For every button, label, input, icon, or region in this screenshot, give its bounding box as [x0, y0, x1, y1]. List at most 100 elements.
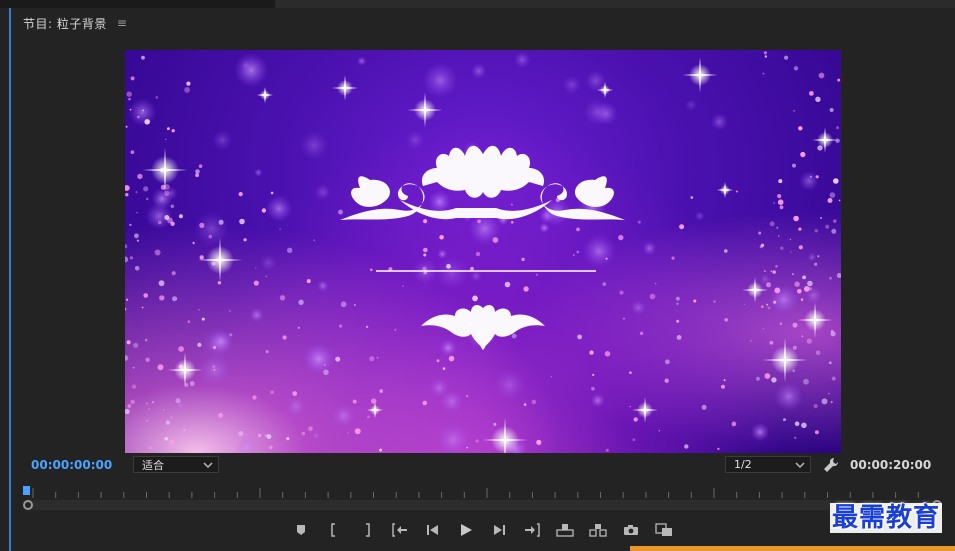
glitter-dot: [125, 193, 129, 197]
export-frame-button[interactable]: [621, 521, 641, 539]
glitter-dot: [654, 282, 657, 285]
glitter-dot: [817, 255, 820, 258]
sparkle-star: [682, 57, 718, 93]
play-button[interactable]: [456, 521, 476, 539]
glitter-dot: [521, 257, 525, 262]
glitter-dot: [189, 381, 195, 387]
glitter-dot: [769, 221, 775, 227]
glitter-dot: [818, 72, 825, 79]
extract-button[interactable]: [588, 521, 608, 539]
program-preview[interactable]: [125, 50, 841, 453]
glitter-dot: [572, 254, 575, 256]
glitter-dot: [154, 249, 161, 256]
glitter-dot: [442, 367, 446, 370]
glitter-dot: [701, 404, 707, 410]
glitter-dot: [141, 306, 144, 309]
zoom-scrollbar[interactable]: [23, 500, 942, 510]
glitter-dot: [693, 299, 697, 303]
comparison-view-button[interactable]: [654, 521, 674, 539]
glitter-dot: [828, 392, 830, 395]
play-icon: [461, 524, 472, 536]
bokeh-particle: [265, 195, 293, 223]
glitter-dot: [815, 96, 821, 102]
glitter-dot: [126, 340, 131, 345]
glitter-dot: [292, 391, 298, 396]
glitter-dot: [724, 249, 728, 253]
glitter-dot: [370, 268, 373, 272]
glitter-dot: [833, 178, 839, 184]
glitter-dot: [831, 376, 836, 381]
glitter-dot: [436, 359, 440, 363]
step-back-button[interactable]: [423, 521, 443, 539]
glitter-dot: [637, 220, 641, 224]
glitter-dot: [658, 430, 660, 432]
glitter-dot: [131, 384, 137, 389]
glitter-dot: [801, 422, 807, 429]
bokeh-particle: [582, 234, 616, 268]
camera-icon: [624, 525, 638, 535]
glitter-dot: [297, 326, 300, 329]
bokeh-particle: [302, 343, 335, 375]
glitter-dot: [684, 444, 689, 449]
playhead[interactable]: [23, 486, 30, 495]
glitter-dot: [800, 298, 804, 301]
glitter-dot: [229, 310, 231, 312]
chevron-down-icon: [795, 462, 805, 469]
glitter-dot: [758, 231, 762, 235]
glitter-dot: [619, 290, 624, 295]
glitter-dot: [465, 395, 469, 398]
glitter-dot: [198, 309, 200, 311]
scroll-handle-left[interactable]: [23, 500, 33, 510]
glitter-dot: [129, 108, 132, 111]
step-forward-button[interactable]: [489, 521, 509, 539]
ornament-bottom: [421, 305, 545, 350]
glitter-dot: [750, 340, 752, 342]
bokeh-particle: [807, 252, 817, 262]
glitter-dot: [313, 239, 315, 241]
zoom-level-value: 适合: [142, 458, 164, 472]
glitter-dot: [797, 289, 802, 294]
glitter-dot: [184, 87, 190, 93]
glitter-dot: [130, 399, 135, 404]
glitter-dot: [713, 300, 716, 303]
time-ruler[interactable]: [25, 486, 940, 498]
glitter-dot: [192, 241, 195, 245]
glitter-dot: [504, 281, 511, 288]
glitter-dot: [809, 91, 814, 96]
glitter-dot: [814, 430, 819, 435]
glitter-dot: [731, 421, 737, 427]
glitter-dot: [144, 338, 148, 342]
bokeh-particle: [285, 395, 307, 417]
glitter-dot: [589, 350, 594, 355]
current-timecode[interactable]: 00:00:00:00: [31, 458, 112, 472]
go-to-in-button[interactable]: [390, 521, 410, 539]
wrench-icon[interactable]: [823, 457, 839, 473]
hamburger-icon[interactable]: ≡: [117, 16, 128, 30]
glitter-dot: [371, 398, 377, 404]
zoom-level-select[interactable]: 适合: [133, 456, 219, 473]
bokeh-particle: [684, 98, 698, 112]
glitter-dot: [784, 55, 789, 60]
particle-background-frame: [125, 51, 841, 453]
glitter-dot: [339, 324, 343, 328]
lift-button[interactable]: [555, 521, 575, 539]
glitter-dot: [772, 270, 776, 274]
extract-icon: [589, 524, 607, 537]
playback-resolution-select[interactable]: 1/2: [725, 456, 811, 473]
glitter-dot: [379, 389, 383, 393]
glitter-dot: [134, 233, 139, 239]
panel-title[interactable]: 节目: 粒子背景: [23, 15, 107, 32]
glitter-dot: [815, 350, 821, 356]
go-to-out-button[interactable]: [522, 521, 542, 539]
glitter-dot: [367, 415, 370, 419]
mark-in-button[interactable]: [324, 521, 344, 539]
glitter-dot: [676, 335, 682, 340]
glitter-dot: [125, 408, 130, 415]
glitter-dot: [755, 376, 760, 381]
glitter-dot: [576, 250, 580, 254]
glitter-dot: [186, 81, 191, 86]
ornament-top: [340, 145, 625, 220]
mark-out-button[interactable]: [357, 521, 377, 539]
glitter-dot: [208, 234, 213, 239]
add-marker-button[interactable]: [291, 521, 311, 539]
